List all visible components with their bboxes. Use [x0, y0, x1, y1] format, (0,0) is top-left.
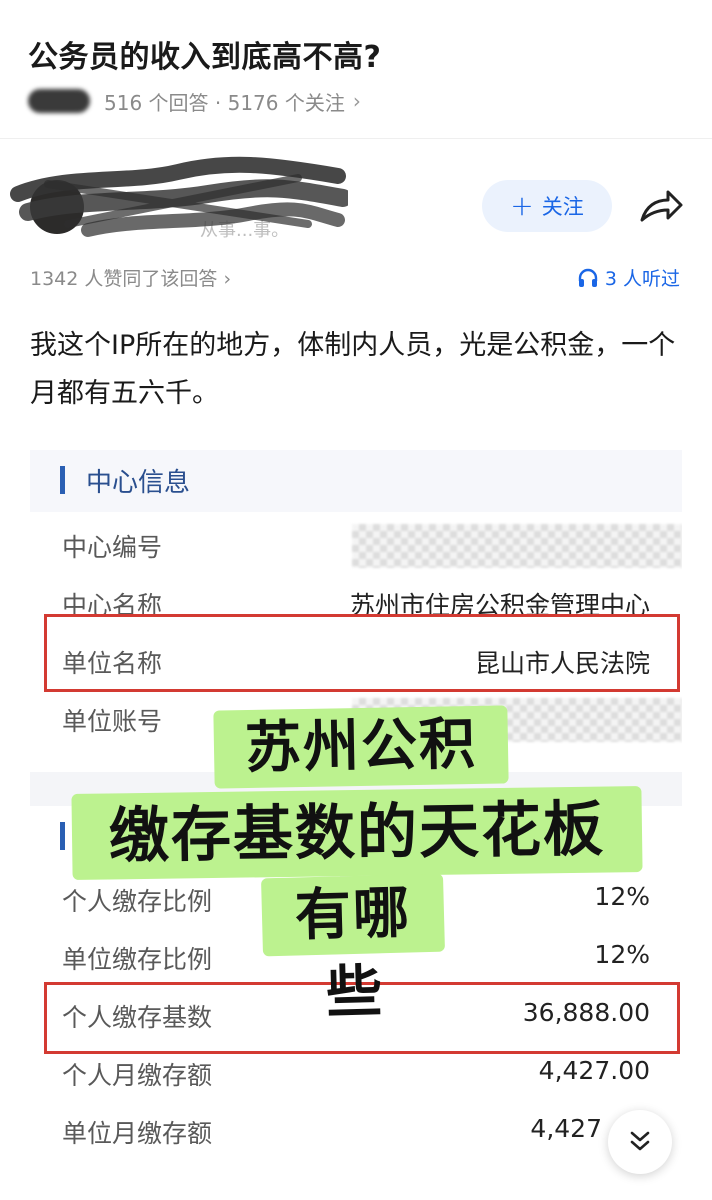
- overlay-caption-line-2: 缴存基数的天花板单位: [71, 786, 643, 955]
- question-title: 公务员的收入到底高不高?: [28, 40, 382, 75]
- row-label: 中心编号: [62, 533, 163, 562]
- plus-icon: +: [510, 189, 534, 222]
- scroll-down-button[interactable]: [608, 1110, 672, 1174]
- overlay-caption-line-1: 苏州公积金: [213, 705, 509, 857]
- info-row: 单位月缴存额 4,427: [30, 1102, 682, 1160]
- row-label: 单位缴存比例: [62, 945, 213, 974]
- section-bar: [60, 466, 65, 494]
- follow-button[interactable]: + 关注: [482, 180, 612, 232]
- share-arrow-icon[interactable]: [638, 186, 684, 226]
- double-chevron-down-icon: [630, 1131, 650, 1151]
- redacted-value: [352, 524, 682, 568]
- row-label: 单位月缴存额: [62, 1119, 213, 1148]
- row-label: 单位账号: [62, 707, 163, 736]
- listen-count[interactable]: 3 人听过: [577, 264, 680, 291]
- overlay-caption-line-3: 有哪些: [261, 873, 445, 1026]
- row-value: 4,427: [530, 1114, 602, 1143]
- approve-count[interactable]: 1342 人赞同了该回答 ›: [30, 264, 231, 291]
- highlight-box-unit-name: [44, 614, 680, 692]
- row-label: 个人月缴存额: [62, 1061, 213, 1090]
- row-value: 12%: [594, 940, 650, 969]
- headphones-icon: [578, 268, 598, 287]
- follow-label: 关注: [541, 195, 584, 219]
- redacted-scribble: [10, 156, 348, 237]
- row-value: 12%: [594, 882, 650, 911]
- info-row: 中心编号: [30, 516, 682, 574]
- chevron-right-icon: ›: [352, 89, 361, 113]
- divider: [0, 138, 712, 139]
- row-label: 个人缴存比例: [62, 887, 213, 916]
- chevron-right-icon: ›: [223, 268, 232, 290]
- row-value: 4,427.00: [538, 1056, 650, 1085]
- approve-text: 1342 人赞同了该回答: [30, 268, 218, 290]
- section-header: 中心信息: [30, 450, 682, 512]
- redacted-scribble: [28, 89, 90, 113]
- question-meta[interactable]: 516 个回答 · 5176 个关注 ›: [28, 86, 361, 116]
- author-card: 从事...事。 + 关注: [0, 150, 712, 260]
- section-title: 中心信息: [86, 468, 191, 498]
- answer-text: 我这个IP所在的地方，体制内人员，光是公积金，一个月都有五六千。: [30, 330, 676, 409]
- listen-text: 3 人听过: [604, 268, 680, 290]
- section-bar: [60, 822, 65, 850]
- answers-follows-count: 516 个回答 · 5176 个关注: [104, 90, 345, 115]
